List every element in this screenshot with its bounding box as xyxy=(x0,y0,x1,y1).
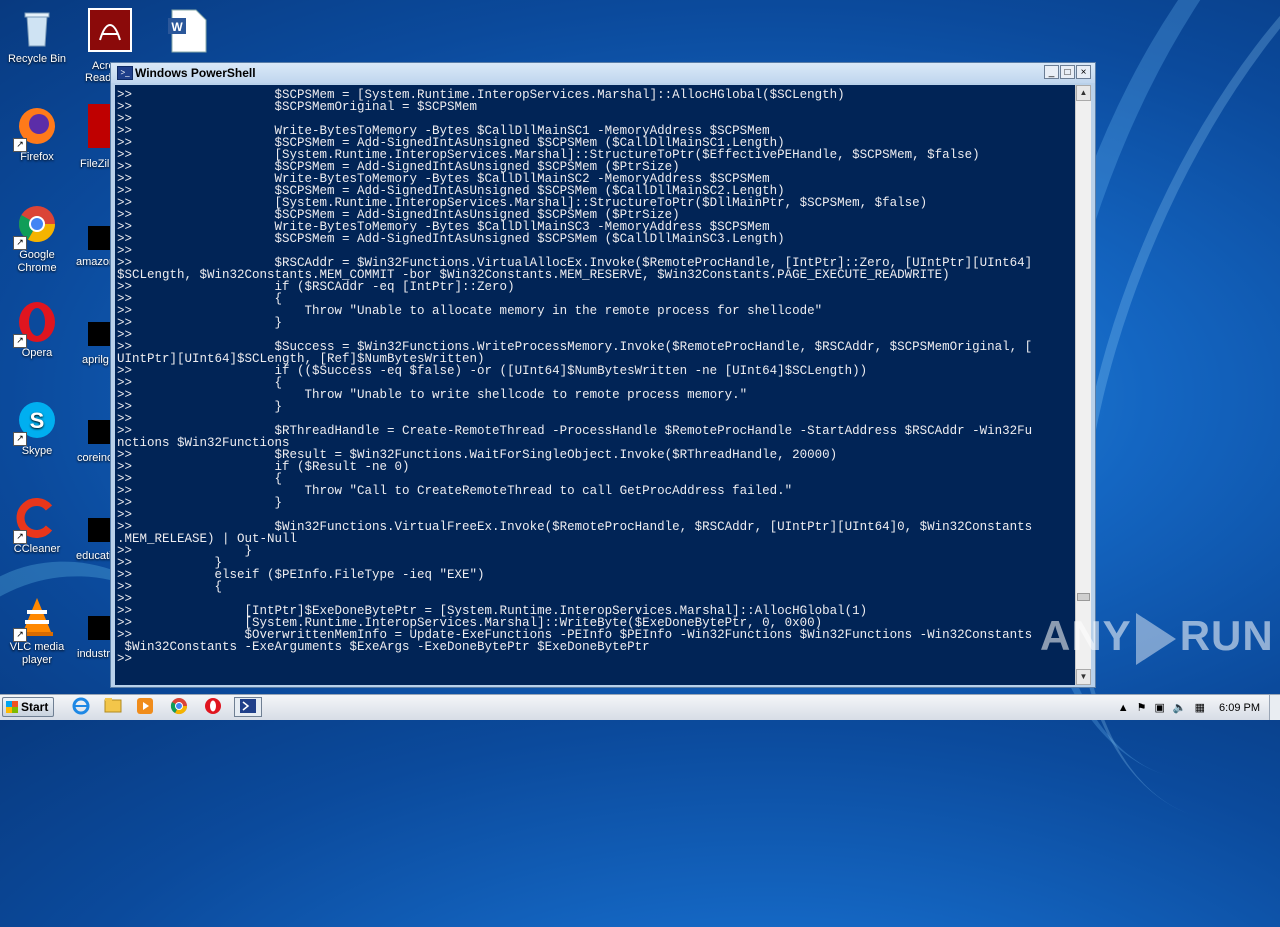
start-label: Start xyxy=(21,700,49,714)
shortcut-arrow-icon: ↗ xyxy=(13,530,27,544)
desktop-icon-vlc[interactable]: ↗ VLC media player xyxy=(0,594,74,667)
desktop-icon-word-doc[interactable]: W xyxy=(166,8,210,54)
start-button[interactable]: Start xyxy=(2,697,54,717)
partial-label-aprilg: aprilg xyxy=(82,354,109,366)
close-button[interactable]: × xyxy=(1076,65,1091,79)
desktop-icon-ccleaner[interactable]: ↗ CCleaner xyxy=(0,496,74,556)
taskbar-chrome-icon[interactable] xyxy=(168,697,190,717)
taskbar: Start ▲ ⚑ ▣ 🔈 ▦ 6:09 PM xyxy=(0,694,1280,720)
desktop-icon-label: Skype xyxy=(21,445,53,457)
recycle-bin-icon xyxy=(15,6,59,50)
desktop-icon-firefox[interactable]: ↗ Firefox xyxy=(0,104,74,164)
scroll-up-arrow-icon[interactable]: ▲ xyxy=(1076,85,1091,101)
svg-text:S: S xyxy=(30,408,45,433)
desktop-icon-skype[interactable]: S ↗ Skype xyxy=(0,398,74,458)
clock[interactable]: 6:09 PM xyxy=(1219,702,1260,714)
word-document-icon: W xyxy=(168,9,207,53)
desktop-icon-opera[interactable]: ↗ Opera xyxy=(0,300,74,360)
ccleaner-icon: ↗ xyxy=(13,496,59,544)
powershell-icon: >_ xyxy=(117,66,133,80)
svg-text:W: W xyxy=(171,20,183,34)
shortcut-arrow-icon: ↗ xyxy=(13,432,27,446)
taskbar-media-player-icon[interactable] xyxy=(134,697,156,717)
partial-label-educati: educati xyxy=(76,550,112,562)
shortcut-arrow-icon: ↗ xyxy=(13,628,27,642)
shortcut-arrow-icon: ↗ xyxy=(13,236,27,250)
chrome-icon: ↗ xyxy=(13,202,59,250)
windows-logo-icon xyxy=(6,701,18,713)
console-text: >> $SCPSMem = [System.Runtime.InteropSer… xyxy=(117,88,1033,666)
window-title: Windows PowerShell xyxy=(135,66,256,80)
desktop-icon-google-chrome[interactable]: ↗ Google Chrome xyxy=(0,202,74,275)
partial-label-industr: industr xyxy=(77,648,111,660)
watermark-text-right: RUN xyxy=(1179,612,1274,659)
title-bar[interactable]: >_ Windows PowerShell _ □ × xyxy=(111,63,1095,83)
anyrun-watermark: ANY RUN xyxy=(1040,612,1274,665)
taskbar-explorer-icon[interactable] xyxy=(102,697,124,717)
firefox-icon: ↗ xyxy=(13,104,59,152)
partial-label-reader: Read xyxy=(85,72,112,84)
skype-icon: S ↗ xyxy=(13,398,59,446)
taskbar-opera-icon[interactable] xyxy=(202,697,224,717)
taskbar-powershell-button[interactable] xyxy=(234,697,262,717)
desktop-icon-label: Opera xyxy=(21,347,53,359)
system-tray: ▲ ⚑ ▣ 🔈 ▦ 6:09 PM xyxy=(1114,695,1280,720)
action-center-icon[interactable]: ▣ xyxy=(1155,701,1165,714)
desktop-icon-label: Google Chrome xyxy=(17,249,57,274)
shortcut-arrow-icon: ↗ xyxy=(13,138,27,152)
watermark-text-left: ANY xyxy=(1040,612,1132,659)
desktop-icon-acrobat[interactable] xyxy=(88,8,132,52)
maximize-button[interactable]: □ xyxy=(1060,65,1075,79)
powershell-icon xyxy=(240,699,256,713)
desktop-icon-label: Recycle Bin xyxy=(7,53,67,65)
vlc-cone-icon: ↗ xyxy=(13,594,59,642)
vertical-scrollbar[interactable]: ▲ ▼ xyxy=(1075,85,1091,685)
desktop-icon-label: CCleaner xyxy=(13,543,61,555)
scroll-thumb[interactable] xyxy=(1077,593,1090,601)
taskbar-ie-icon[interactable] xyxy=(70,697,92,717)
volume-icon[interactable]: 🔈 xyxy=(1173,701,1187,714)
show-desktop-button[interactable] xyxy=(1269,695,1280,720)
shortcut-arrow-icon: ↗ xyxy=(13,334,27,348)
desktop-icon-label: Firefox xyxy=(20,151,54,163)
opera-icon: ↗ xyxy=(13,300,59,348)
network-icon[interactable]: ▦ xyxy=(1195,701,1205,714)
scroll-down-arrow-icon[interactable]: ▼ xyxy=(1076,669,1091,685)
powershell-window[interactable]: >_ Windows PowerShell _ □ × >> $SCPSMem … xyxy=(110,62,1096,688)
minimize-button[interactable]: _ xyxy=(1044,65,1059,79)
play-logo-icon xyxy=(1135,612,1176,665)
console-output[interactable]: >> $SCPSMem = [System.Runtime.InteropSer… xyxy=(115,85,1075,685)
show-hidden-icons-arrow-icon[interactable]: ▲ xyxy=(1118,702,1129,714)
desktop-icon-recycle-bin[interactable]: Recycle Bin xyxy=(0,6,74,66)
partial-label-coreino: coreino xyxy=(77,452,114,464)
acrobat-icon xyxy=(99,24,121,41)
desktop-icon-label: VLC media player xyxy=(9,641,65,666)
network-flag-icon[interactable]: ⚑ xyxy=(1137,701,1147,714)
